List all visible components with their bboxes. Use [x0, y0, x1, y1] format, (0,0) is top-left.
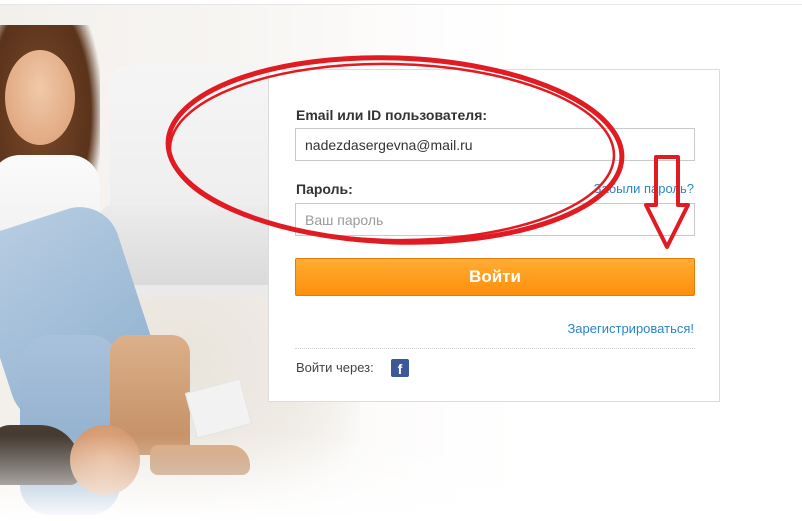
email-label: Email или ID пользователя:: [296, 107, 488, 123]
login-button[interactable]: Войти: [295, 258, 695, 296]
divider: [295, 348, 695, 349]
login-via-label: Войти через:: [296, 360, 374, 375]
password-label: Пароль:: [296, 181, 353, 197]
facebook-icon[interactable]: f: [391, 359, 409, 377]
password-field[interactable]: [295, 203, 695, 236]
register-link[interactable]: Зарегистрироваться!: [567, 321, 694, 336]
facebook-glyph: f: [397, 361, 403, 377]
photo-fade-bottom: [0, 435, 560, 521]
forgot-password-link[interactable]: Забыли пароль?: [594, 181, 694, 196]
login-panel: Email или ID пользователя: Пароль: Забыл…: [268, 69, 720, 402]
woman-face: [5, 50, 75, 145]
email-field[interactable]: [295, 128, 695, 161]
